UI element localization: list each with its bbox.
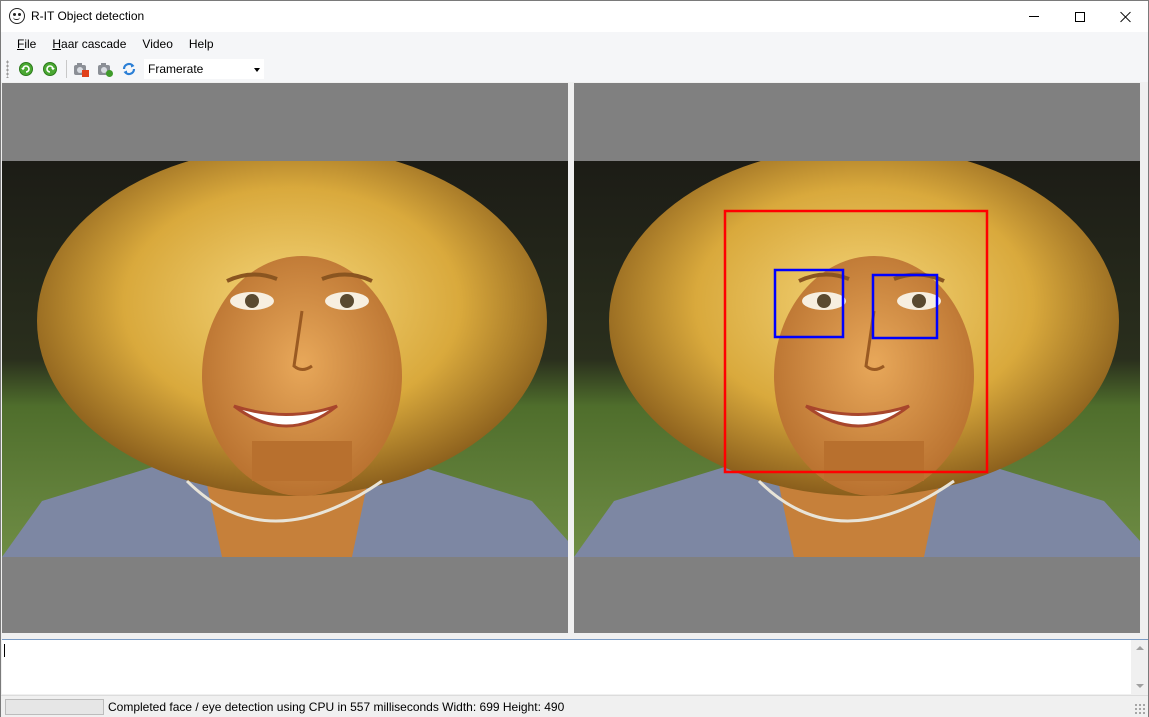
rotate-left-button[interactable] [15, 58, 37, 80]
rotate-left-icon [19, 62, 33, 76]
result-image-pane [574, 83, 1140, 633]
menu-file[interactable]: File [9, 32, 44, 56]
framerate-value: Framerate [148, 62, 204, 76]
close-button[interactable] [1102, 1, 1148, 32]
window-title: R-IT Object detection [31, 9, 145, 23]
maximize-button[interactable] [1057, 1, 1103, 32]
log-textbox[interactable] [2, 639, 1148, 694]
minimize-icon [1029, 16, 1039, 17]
minimize-button[interactable] [1011, 1, 1057, 32]
rotate-right-button[interactable] [39, 58, 61, 80]
camera-stop-icon [74, 63, 89, 77]
portrait-image [2, 161, 568, 557]
smiley-icon [9, 8, 25, 24]
status-message: Completed face / eye detection using CPU… [108, 700, 565, 714]
camera-icon [98, 63, 113, 77]
maximize-icon [1075, 11, 1085, 22]
camera-button[interactable] [94, 58, 116, 80]
progress-bar [5, 699, 104, 715]
title-bar: R-IT Object detection [1, 1, 1148, 32]
main-window: R-IT Object detection File Haar cascade … [0, 0, 1149, 717]
log-scrollbar[interactable] [1131, 640, 1148, 694]
camera-stop-button[interactable] [70, 58, 92, 80]
toolbar-separator [66, 60, 67, 78]
window-right-edge [1140, 83, 1148, 633]
scroll-down-icon[interactable] [1136, 684, 1144, 688]
source-photo [2, 161, 568, 557]
text-caret [4, 644, 5, 657]
close-icon [1120, 11, 1131, 22]
menu-help[interactable]: Help [181, 32, 222, 56]
status-bar: Completed face / eye detection using CPU… [1, 695, 1148, 717]
framerate-dropdown[interactable]: Framerate [144, 59, 264, 79]
toolbar-grip[interactable] [6, 60, 9, 78]
detected-portrait-image [574, 161, 1140, 557]
source-image-pane [2, 83, 568, 633]
refresh-icon [122, 62, 136, 76]
refresh-button[interactable] [118, 58, 140, 80]
resize-grip-icon[interactable] [1134, 703, 1145, 714]
chevron-down-icon [254, 68, 260, 72]
scroll-up-icon[interactable] [1136, 646, 1144, 650]
result-photo [574, 161, 1140, 557]
rotate-right-icon [43, 62, 57, 76]
menu-video[interactable]: Video [134, 32, 180, 56]
menu-bar: File Haar cascade Video Help [1, 32, 1148, 56]
toolbar: Framerate [1, 56, 1148, 82]
menu-haar-cascade[interactable]: Haar cascade [44, 32, 134, 56]
